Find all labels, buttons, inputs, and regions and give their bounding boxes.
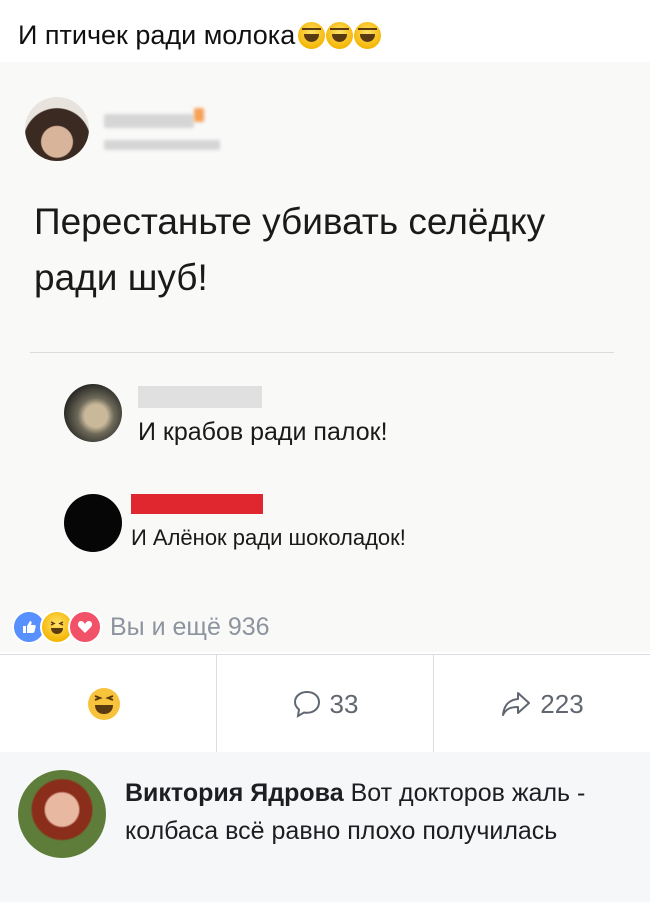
love-icon [68, 610, 102, 644]
comment-avatar [64, 384, 122, 442]
commenter-avatar[interactable] [18, 770, 106, 858]
comment-button[interactable]: 33 [216, 655, 433, 753]
reactions-summary[interactable]: Вы и ещё 936 [12, 610, 270, 644]
caption-emojis [297, 22, 382, 49]
caption-text: И птичек ради молока [18, 20, 296, 50]
redacted-commenter-name [131, 494, 263, 514]
react-button[interactable] [0, 655, 216, 753]
comment-avatar [64, 494, 122, 552]
comment-text: И Алёнок ради шоколадок! [131, 525, 406, 550]
laughing-emoji-icon [326, 22, 354, 49]
post-image[interactable]: Перестаньте убивать селёдку ради шуб! И … [0, 62, 650, 652]
blurred-commenter-name [138, 386, 262, 408]
comment-count: 33 [329, 688, 359, 719]
divider [30, 352, 614, 353]
comment-bubble-icon [292, 689, 322, 719]
reactions-count-text: Вы и ещё 936 [110, 612, 270, 641]
comment-item: Виктория Ядрова Вот докторов жаль - колб… [0, 752, 650, 902]
action-bar: 33 223 [0, 654, 650, 754]
bottom-strip [0, 902, 650, 923]
share-button[interactable]: 223 [433, 655, 650, 753]
post-text: Перестаньте убивать селёдку ради шуб! [34, 201, 546, 298]
share-arrow-icon [500, 689, 532, 719]
comment-body: Виктория Ядрова Вот докторов жаль - колб… [125, 774, 625, 850]
poster-avatar [25, 97, 89, 161]
blurred-poster-name [104, 114, 194, 128]
comment-text: И крабов ради палок! [138, 418, 388, 446]
laughing-emoji-icon [298, 22, 326, 49]
blurred-poster-date [104, 140, 220, 150]
laughing-emoji-icon [354, 22, 382, 49]
post-caption: И птичек ради молока [18, 20, 382, 51]
blurred-poster-badge [194, 108, 204, 122]
share-count: 223 [540, 688, 584, 719]
commenter-name[interactable]: Виктория Ядрова [125, 779, 344, 807]
haha-icon [87, 687, 121, 721]
